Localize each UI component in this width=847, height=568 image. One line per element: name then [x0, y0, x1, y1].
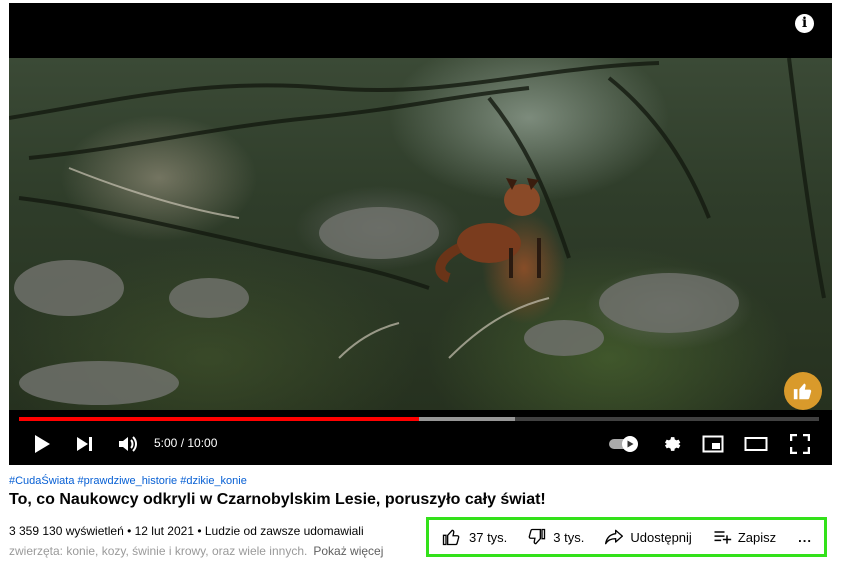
video-description[interactable]: 3 359 130 wyświetleń • 12 lut 2021 • Lud… — [9, 521, 419, 561]
play-icon[interactable] — [29, 429, 55, 459]
description-line-2: zwierzęta: konie, kozy, świnie i krowy, … — [9, 544, 308, 558]
thumbs-up-badge-icon — [784, 372, 822, 410]
player-controls: 5:00 / 10:00 — [9, 423, 832, 465]
next-icon[interactable] — [72, 429, 98, 459]
more-actions-button[interactable]: ... — [798, 520, 812, 554]
progress-played — [19, 417, 419, 421]
save-button[interactable]: Zapisz — [712, 520, 776, 554]
time-display: 5:00 / 10:00 — [154, 436, 218, 450]
forest-scene-image — [9, 58, 826, 405]
dislike-button[interactable]: 3 tys. — [527, 520, 584, 554]
progress-bar[interactable] — [19, 417, 819, 421]
thumbs-down-icon — [528, 528, 546, 545]
share-icon — [605, 529, 624, 545]
save-label: Zapisz — [737, 529, 777, 545]
like-count: 37 tys. — [469, 529, 508, 545]
share-button[interactable]: Udostępnij — [604, 520, 692, 554]
miniplayer-icon[interactable] — [701, 429, 725, 459]
video-title: To, co Naukowcy odkryli w Czarnobylskim … — [9, 491, 546, 508]
action-bar-highlight: 37 tys. 3 tys. Udostępnij Zapisz ... — [426, 517, 827, 557]
settings-gear-icon[interactable] — [659, 429, 683, 459]
autoplay-toggle[interactable] — [607, 429, 641, 459]
hashtags[interactable]: #CudaŚwiata #prawdziwe_historie #dzikie_… — [9, 475, 247, 487]
fullscreen-icon[interactable] — [788, 429, 812, 459]
share-label: Udostępnij — [630, 529, 692, 545]
video-frame[interactable] — [9, 58, 832, 410]
dislike-count: 3 tys. — [553, 529, 585, 545]
playlist-add-icon — [714, 531, 731, 544]
description-line-1: 3 359 130 wyświetleń • 12 lut 2021 • Lud… — [9, 524, 364, 538]
thumbs-up-icon — [442, 529, 460, 546]
fox-figure — [435, 178, 541, 283]
volume-icon[interactable] — [115, 429, 141, 459]
show-more-link[interactable]: Pokaż więcej — [313, 544, 383, 558]
video-player[interactable]: i 5:00 / 10:00 — [9, 3, 832, 465]
info-icon[interactable]: i — [795, 14, 814, 33]
theater-mode-icon[interactable] — [743, 429, 769, 459]
like-button[interactable]: 37 tys. — [441, 520, 507, 554]
